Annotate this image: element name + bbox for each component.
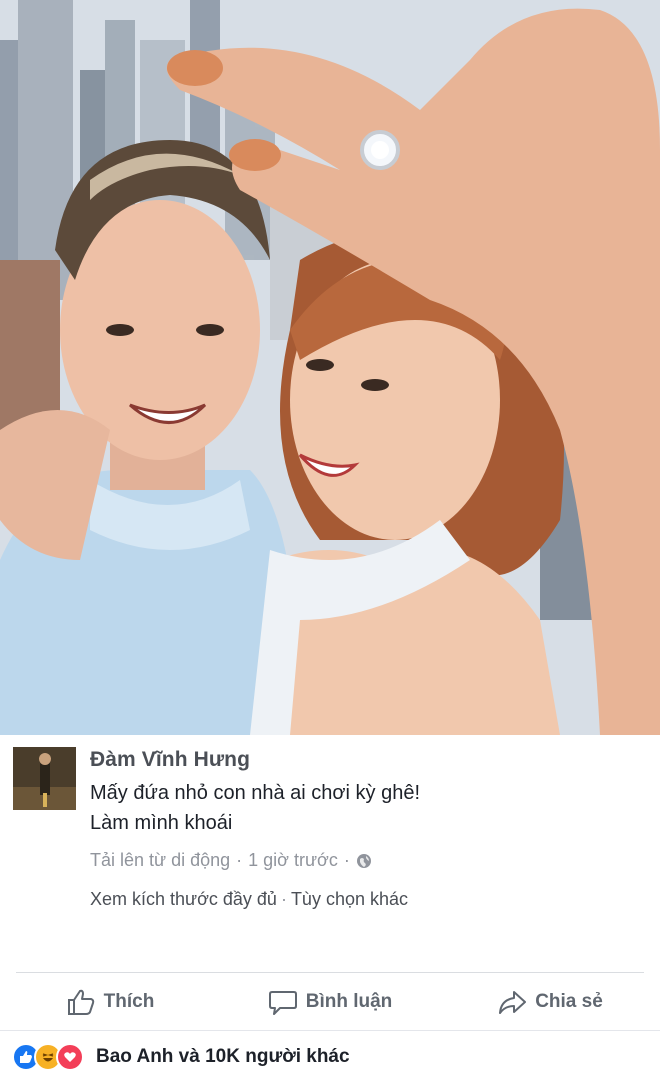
meta-separator: ·	[236, 850, 243, 870]
author-name[interactable]: Đàm Vĩnh Hưng	[90, 748, 250, 772]
share-icon	[499, 991, 527, 1014]
action-bar: Thích Bình luận Chia sẻ	[0, 980, 660, 1024]
caption-line-1: Mấy đứa nhỏ con nhà ai chơi kỳ ghê!	[90, 782, 421, 804]
like-label: Thích	[103, 991, 155, 1012]
view-full-size-link[interactable]: Xem kích thước đầy đủ	[90, 889, 277, 910]
comment-button[interactable]: Bình luận	[220, 988, 440, 1016]
thumbs-up-icon	[67, 989, 94, 1015]
comment-label: Bình luận	[305, 991, 393, 1012]
author-avatar[interactable]	[13, 747, 76, 810]
post-time[interactable]: 1 giờ trước	[248, 850, 338, 871]
caption-line-2: Làm mình khoái	[90, 812, 233, 834]
post-meta: Tải lên từ di động · 1 giờ trước ·	[90, 850, 372, 871]
post-photo[interactable]	[0, 0, 660, 735]
links-separator: ·	[280, 889, 287, 909]
globe-icon[interactable]	[356, 853, 372, 869]
reaction-icons	[12, 1043, 84, 1071]
comment-icon	[268, 991, 297, 1015]
share-label: Chia sẻ	[535, 991, 603, 1012]
reactions-text[interactable]: Bao Anh và 10K người khác	[96, 1046, 350, 1068]
upload-source[interactable]: Tải lên từ di động	[90, 850, 230, 871]
like-button[interactable]: Thích	[0, 988, 220, 1016]
reactions-divider	[0, 1030, 660, 1031]
reactions-summary[interactable]: Bao Anh và 10K người khác	[12, 1043, 350, 1071]
post-info: Đàm Vĩnh Hưng Mấy đứa nhỏ con nhà ai chơ…	[0, 735, 660, 975]
post-caption: Mấy đứa nhỏ con nhà ai chơi kỳ ghê! Làm …	[90, 778, 630, 838]
meta-separator-2: ·	[343, 850, 350, 870]
avatar-image	[13, 747, 76, 810]
post-links: Xem kích thước đầy đủ · Tùy chọn khác	[90, 889, 408, 910]
actions-divider	[16, 972, 644, 973]
post-photo-illustration	[0, 0, 660, 735]
more-options-link[interactable]: Tùy chọn khác	[291, 889, 408, 910]
love-icon	[56, 1043, 84, 1071]
share-button[interactable]: Chia sẻ	[440, 988, 660, 1016]
